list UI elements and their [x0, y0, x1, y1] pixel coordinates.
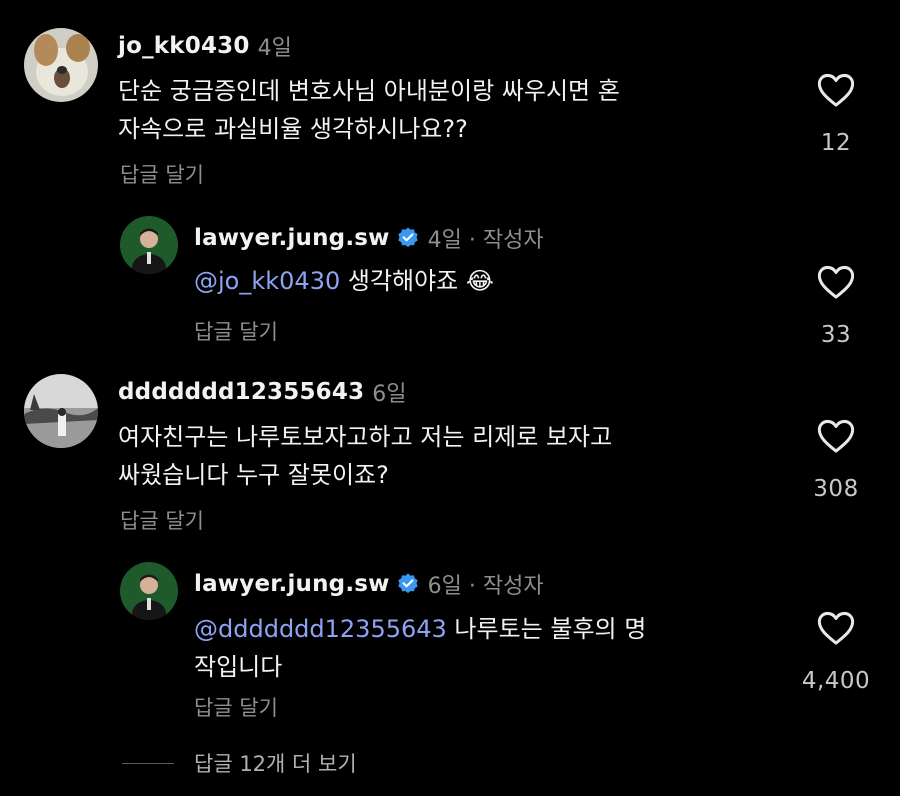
heart-outline-icon[interactable]: [817, 72, 855, 108]
like-count: 308: [813, 476, 859, 502]
avatar[interactable]: [120, 216, 178, 274]
mention-link[interactable]: @jo_kk0430: [194, 267, 340, 295]
comment-text: 여자친구는 나루토보자고하고 저는 리제로 보자고 싸웠습니다 누구 잘못이죠?: [118, 418, 612, 494]
comment-text-line: 단순 궁금증인데 변호사님 아내분이랑 싸우시면 혼: [118, 77, 620, 105]
reply-button[interactable]: 답글 달기: [194, 316, 278, 346]
comment-text-line: 자속으로 과실비율 생각하시나요??: [118, 115, 468, 143]
divider-line: [122, 762, 174, 764]
comment-text: @ddddddd12355643 나루토는 불후의 명 작입니다: [194, 610, 646, 686]
reply-button[interactable]: 답글 달기: [120, 505, 204, 535]
view-more-label[interactable]: 답글 12개 더 보기: [194, 748, 357, 778]
comment-text-rest: 나루토는 불후의 명: [446, 615, 647, 643]
verified-badge-icon: [397, 573, 418, 594]
comment-age: 4일: [257, 36, 292, 61]
comment-age: 6일 · 작성자: [427, 574, 544, 599]
view-more-replies[interactable]: 답글 12개 더 보기: [122, 748, 357, 778]
like-button[interactable]: 308: [786, 418, 886, 502]
comment-text-rest: 생각해야죠: [340, 267, 466, 295]
emoji: 😂: [465, 267, 494, 295]
avatar-lawyer-image: [120, 216, 178, 274]
avatar-photo-image: [24, 374, 98, 448]
comment-text: 단순 궁금증인데 변호사님 아내분이랑 싸우시면 혼 자속으로 과실비율 생각하…: [118, 72, 620, 148]
avatar-lawyer-image: [120, 562, 178, 620]
verified-badge-icon: [397, 227, 418, 248]
comment-text-line: 여자친구는 나루토보자고하고 저는 리제로 보자고: [118, 423, 613, 451]
comment-text-line: 작입니다: [194, 653, 283, 681]
avatar[interactable]: [120, 562, 178, 620]
comment-username[interactable]: jo_kk0430: [118, 33, 250, 59]
like-count: 12: [820, 130, 852, 156]
avatar[interactable]: [24, 28, 98, 102]
heart-outline-icon[interactable]: [817, 418, 855, 454]
like-count: 4,400: [801, 668, 871, 694]
heart-outline-icon[interactable]: [817, 264, 855, 300]
comment-age: 4일 · 작성자: [427, 228, 544, 253]
comment-text: @jo_kk0430 생각해야죠 😂: [194, 262, 494, 300]
avatar-dog-image: [24, 28, 98, 102]
comment-username[interactable]: ddddddd12355643: [118, 379, 364, 405]
reply-button[interactable]: 답글 달기: [120, 159, 204, 189]
like-count: 33: [820, 322, 852, 348]
comment-username[interactable]: lawyer.jung.sw: [194, 571, 390, 597]
heart-outline-icon[interactable]: [817, 610, 855, 646]
like-button[interactable]: 33: [786, 264, 886, 348]
mention-link[interactable]: @ddddddd12355643: [194, 615, 447, 643]
reply-button[interactable]: 답글 달기: [194, 692, 278, 722]
comment-age: 6일: [372, 382, 407, 407]
comment-username[interactable]: lawyer.jung.sw: [194, 225, 390, 251]
avatar[interactable]: [24, 374, 98, 448]
like-button[interactable]: 4,400: [786, 610, 886, 694]
like-button[interactable]: 12: [786, 72, 886, 156]
comment-text-line: 싸웠습니다 누구 잘못이죠?: [118, 461, 389, 489]
